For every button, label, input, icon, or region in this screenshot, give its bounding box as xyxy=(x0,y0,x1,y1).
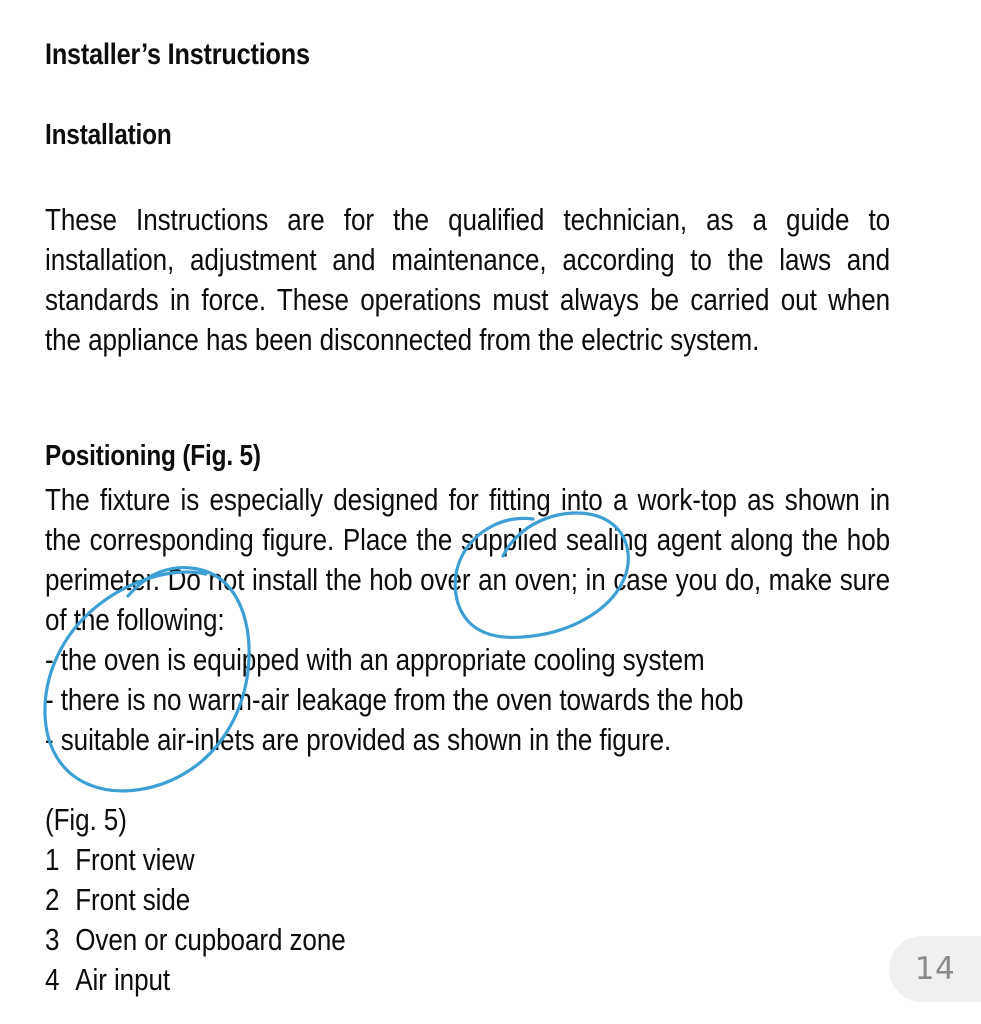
legend-item-1: 1 Front view xyxy=(45,840,890,880)
legend-item-2: 2 Front side xyxy=(45,880,890,920)
bullet-list: - the oven is equipped with an appropria… xyxy=(45,640,890,760)
positioning-paragraph-block: The fixture is especially designed for f… xyxy=(45,480,890,640)
figure-caption: (Fig. 5) xyxy=(45,802,127,837)
legend-item-4: 4 Air input xyxy=(45,960,890,1000)
page-title: Installer’s Instructions xyxy=(45,38,310,71)
positioning-paragraph: The fixture is especially designed for f… xyxy=(45,482,891,637)
legend-label: Air input xyxy=(75,962,171,997)
intro-paragraph: These Instructions are for the qualified… xyxy=(45,202,891,357)
list-item: - suitable air-inlets are provided as sh… xyxy=(45,722,672,757)
intro-paragraph-block: These Instructions are for the qualified… xyxy=(45,200,890,360)
positioning-heading-block: Positioning (Fig. 5) xyxy=(45,440,890,473)
legend-number: 1 xyxy=(45,842,60,877)
legend-label: Oven or cupboard zone xyxy=(75,922,346,957)
figure-legend-block: (Fig. 5) 1 Front view 2 Front side 3 Oven o… xyxy=(45,800,890,1000)
page-number-badge: 14 xyxy=(889,936,981,1002)
section-heading-positioning: Positioning (Fig. 5) xyxy=(45,440,261,472)
list-item: - the oven is equipped with an appropria… xyxy=(45,642,705,677)
document-page: Installer’s Instructions Installation Th… xyxy=(0,0,981,1024)
page-number: 14 xyxy=(914,951,956,987)
section-heading-block: Installation xyxy=(45,119,890,152)
legend-number: 3 xyxy=(45,922,60,957)
legend-item-3: 3 Oven or cupboard zone xyxy=(45,920,890,960)
list-item: - there is no warm-air leakage from the … xyxy=(45,682,744,717)
legend-label: Front side xyxy=(75,882,191,917)
legend-number: 4 xyxy=(45,962,60,997)
legend-number: 2 xyxy=(45,882,60,917)
page-title-block: Installer’s Instructions xyxy=(45,38,890,72)
section-heading-installation: Installation xyxy=(45,119,172,151)
legend-label: Front view xyxy=(75,842,195,877)
